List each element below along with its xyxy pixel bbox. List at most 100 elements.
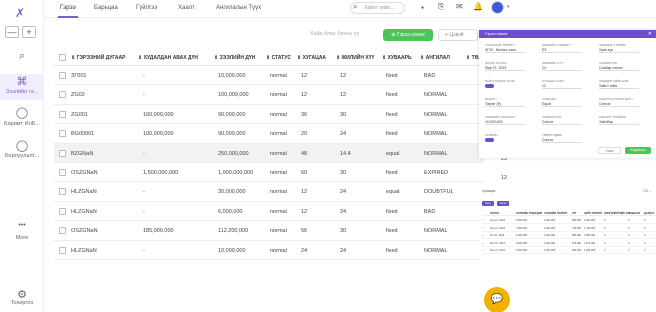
modal-title: Гэрээ нэмэх (485, 31, 508, 36)
header-annual-rate[interactable]: ⇕ ЖИЛИЙН ХҮҮ (336, 55, 374, 61)
row-checkbox[interactable] (59, 207, 66, 215)
schedule-cell: 0 (604, 241, 606, 245)
modal-field-input[interactable]: Сонгох (599, 102, 639, 107)
schedule-row[interactable]: ● Sep 21, 2023 7,000,000 1,000,000 790,000 1,… (482, 225, 656, 232)
row-checkbox[interactable] (59, 149, 66, 157)
table-row[interactable]: OSZGNaN 1,500,000,000 1,000,000,000 normal 6… (54, 163, 484, 183)
schedule-row[interactable]: ● Dec 21, 2023 4,000,000 1,000,000 460,000 1,… (482, 247, 656, 254)
row-checkbox[interactable] (59, 72, 66, 79)
tab-collateral[interactable]: Барьцаа (94, 5, 118, 11)
chat-fab-button[interactable]: 💬 (484, 287, 510, 312)
modal-field: Эхлэх огноо May 07, 2023 (485, 61, 525, 71)
sidebar-item-sales[interactable]: Борлуулалт... (0, 153, 44, 159)
sidebar-item-more[interactable]: More (0, 235, 44, 241)
row-checkbox[interactable] (59, 91, 66, 99)
modal-field-label: Нэмэлт тайлбар (599, 115, 627, 119)
schedule-filter-due-button[interactable]: Төлөх (497, 201, 509, 206)
avatar[interactable] (491, 1, 504, 14)
chat-icon[interactable]: ◯ (0, 139, 44, 152)
header-contract-number[interactable]: ⇕ ГЭРЭЭНИЙ ДУГААР (71, 55, 125, 61)
modal-field-label: Ажилтан хариуцагч (599, 97, 633, 101)
sidebar-item-documents[interactable]: Баримт ИлБ... (0, 121, 44, 127)
header-purchase-amount[interactable]: ⇕ ХУДАЛДАН АВАХ ДҮН (138, 55, 198, 61)
search-icon[interactable]: ⌕ (0, 50, 44, 63)
link-icon[interactable]: ⎘ (438, 2, 444, 12)
modal-field-input[interactable]: Сонгох (542, 120, 582, 125)
purchase-amount-cell: 100,000,000 (143, 131, 174, 138)
annual-rate-cell: 24 (340, 208, 347, 215)
header-classification[interactable]: ⇕ АНГИЛАЛ (420, 55, 450, 61)
tab-closing[interactable]: Хаалт (178, 5, 195, 11)
modal-field-input[interactable]: Хайлт хийх (599, 84, 639, 89)
table-row[interactable]: BG00001 100,000,000 90,000,000 normal 20 24 fi… (54, 124, 484, 144)
header-schedule[interactable]: ⇕ ХУВААРЬ (382, 55, 412, 61)
table-row[interactable]: ZG001 160,000,000 90,000,000 normal 36 30 fixe… (54, 105, 484, 125)
classification-cell: BAD (424, 208, 436, 215)
table-row[interactable]: HLZGNaN - 6,000,000 normal 12 24 fixed BAD (54, 202, 484, 222)
sidebar-item-loan-contracts[interactable]: Зээлийн гэ... (0, 89, 44, 95)
row-checkbox[interactable] (59, 130, 66, 138)
close-icon[interactable]: ✕ (648, 30, 652, 38)
chevron-down-icon[interactable]: ▾ (507, 4, 510, 10)
table-row[interactable]: HLZGNaN - 30,000,000 normal 12 24 equal DOUBTFU… (54, 182, 484, 202)
annual-rate-cell: 24 (340, 189, 347, 196)
chat-icon[interactable]: ◯ (0, 106, 44, 119)
modal-header: Гэрээ нэмэх ✕ (479, 30, 656, 38)
modal-toggle[interactable] (485, 84, 494, 89)
duration-cell: 56 (301, 228, 308, 235)
tab-classification-history[interactable]: Ангилалын Түүх (216, 5, 261, 11)
schedule-cell: 1,900,000 (584, 219, 596, 222)
row-checkbox[interactable] (59, 246, 66, 254)
zoom-out-button[interactable]: — (5, 26, 19, 38)
tab-contracts[interactable]: Гэрээ (60, 5, 76, 11)
modal-field-input[interactable]: ЕЗ (542, 48, 582, 53)
contract-number-cell: HLZGNaN (71, 189, 97, 196)
schedule-cell: Nov 21, 2023 (490, 241, 505, 245)
modal-field-input[interactable]: Equal (542, 102, 582, 107)
table-row[interactable]: BZGNaN - 250,000,000 normal 48 14.4 equal NORMA… (54, 143, 484, 163)
duration-cell: 36 (301, 111, 308, 118)
add-contract-button[interactable]: ⊕ Гэрээ нэмэх (383, 29, 433, 41)
schedule-pager[interactable]: 1/5 ⌄ (643, 189, 652, 193)
bell-icon[interactable]: 🔔 (473, 2, 483, 11)
payment-cell-overflow: 12 (501, 175, 508, 181)
org-chart-icon[interactable]: ⌘ (0, 75, 44, 88)
modal-field-input[interactable]: ЗГ00 - Бизнес зээл (485, 48, 525, 53)
row-checkbox[interactable] (59, 110, 66, 118)
search-input[interactable]: Хайлт хийх... (350, 2, 405, 14)
modal-field-input[interactable]: 10,000,000 (485, 120, 525, 125)
schedule-row[interactable]: ● Aug 21, 2023 8,000,000 1,000,000 900,000 1,… (482, 217, 656, 224)
schedule-row[interactable]: ● Oct 21, 2023 6,000,000 1,000,000 680,000 1,… (482, 232, 656, 239)
row-checkbox[interactable] (59, 227, 66, 235)
modal-field-input[interactable]: Салбар сонгох (599, 66, 639, 71)
modal-field-input[interactable]: Хувь хүн (599, 48, 639, 53)
schedule-row[interactable]: ● Nov 21, 2023 5,000,000 1,000,000 570,000 1,… (482, 240, 656, 247)
modal-toggle[interactable] (485, 138, 494, 143)
delete-button[interactable]: ≡ Цэвэй (438, 29, 478, 41)
header-loan-amount[interactable]: ⇕ ЗЭЭЛИЙН ДҮН (214, 55, 255, 61)
table-row[interactable]: ZG02 - 100,000,000 normal 12 12 fixed NORMAL (54, 85, 484, 105)
header-status[interactable]: ⇕ СТАТУС (266, 55, 291, 61)
header-duration[interactable]: ⇕ ХУГАЦАА (297, 55, 326, 61)
select-all-checkbox[interactable] (59, 54, 66, 61)
row-checkbox[interactable] (59, 169, 66, 176)
mail-icon[interactable]: ✉ (456, 2, 463, 11)
more-icon[interactable]: ••• (0, 222, 44, 229)
row-checkbox[interactable] (59, 188, 66, 196)
zoom-in-button[interactable]: + (22, 26, 36, 38)
table-row[interactable]: HLZGNaN - 10,000,000 normal 24 24 fixed NORMAL (54, 241, 484, 260)
modal-field-input[interactable]: 24 (542, 66, 582, 71)
schedule-filter-all-button[interactable]: Бүгд (482, 201, 494, 206)
table-row[interactable]: OSZGNaN 185,000,000 112,200,000 normal 56 30 f… (54, 221, 484, 241)
sidebar-item-settings[interactable]: Тохиргоо (0, 300, 44, 306)
modal-field-input[interactable]: May 07, 2023 (485, 66, 525, 71)
modal-field-input[interactable]: Төгрөг (₮) (485, 102, 525, 107)
modal-field-input[interactable]: Тайлбар (599, 120, 639, 125)
tab-transactions[interactable]: Гүйлгээ (136, 5, 157, 11)
modal-field-input[interactable]: Сонгох (542, 138, 582, 143)
modal-save-button[interactable]: Хадгалах (625, 147, 651, 154)
table-row[interactable]: ЗГ001 - 10,000,000 normal 12 12 fixed BAD (54, 66, 484, 86)
loan-amount-cell: 10,000,000 (218, 247, 246, 254)
modal-cancel-button[interactable]: Хаах (598, 147, 621, 154)
modal-field-input[interactable]: 12 (542, 84, 582, 89)
